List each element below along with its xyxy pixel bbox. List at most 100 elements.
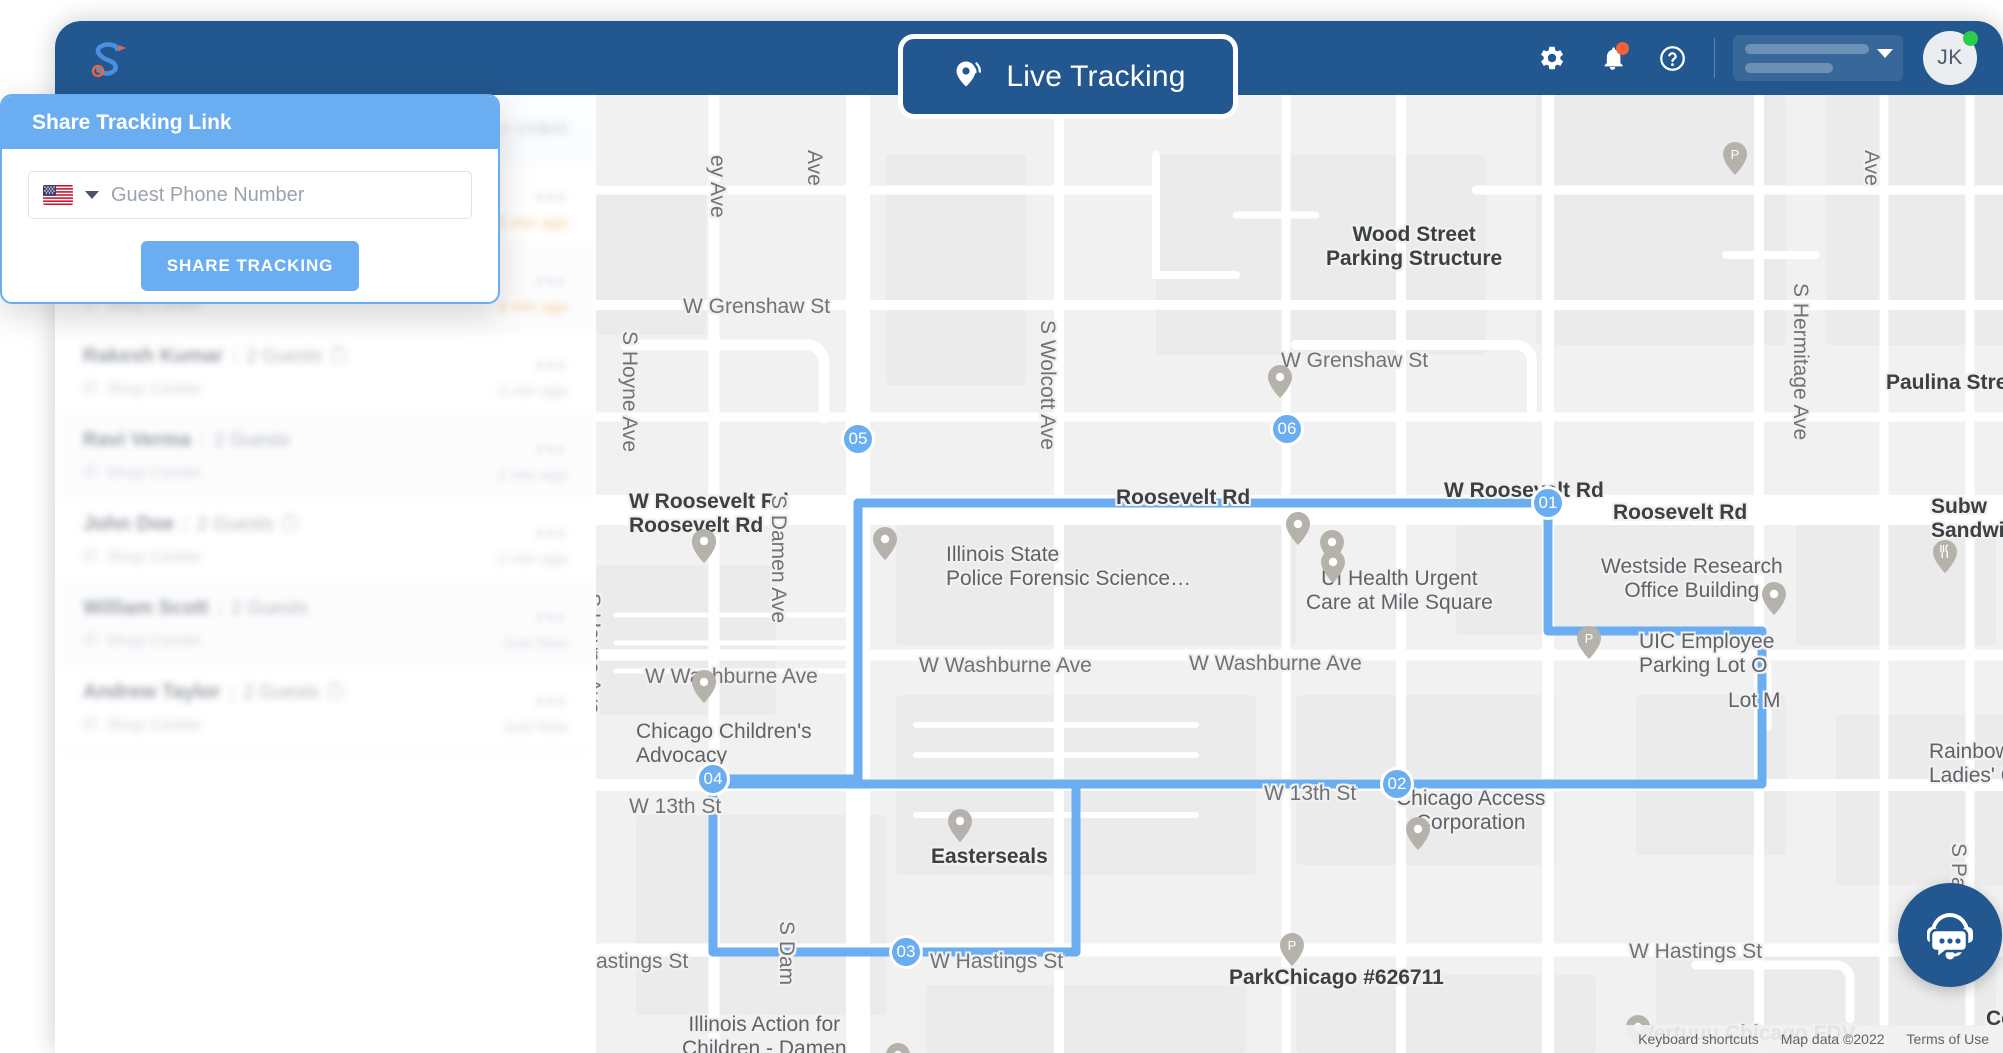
guest-phone-input[interactable] — [111, 183, 457, 207]
route-waypoint[interactable]: 02 — [1380, 767, 1414, 801]
svg-text:P: P — [1731, 147, 1740, 162]
booking-guest-name: John Doe — [83, 513, 175, 535]
parking-poi-icon[interactable]: P — [1280, 933, 1304, 966]
booking-overflow-menu[interactable]: ••• — [536, 521, 568, 547]
poi-marker-icon[interactable] — [1268, 365, 1292, 398]
org-select-skeleton-line-1 — [1745, 44, 1869, 54]
booking-location: Shop Center — [106, 631, 202, 650]
booking-separator: | — [199, 429, 205, 451]
booking-overflow-menu[interactable]: ••• — [536, 185, 568, 211]
booking-location-row: Shop Center — [83, 547, 568, 567]
list-item[interactable]: John Doe | 2 Guests ••• Shop Center 2 min ago — [55, 499, 596, 583]
live-tracking-map[interactable]: Wood Street Parking Structure W Grenshaw … — [596, 95, 2003, 1053]
us-flag-icon[interactable] — [43, 185, 73, 205]
terms-of-use-link[interactable]: Terms of Use — [1907, 1031, 1989, 1047]
luggage-icon — [282, 514, 297, 536]
booking-separator: | — [232, 345, 237, 367]
poi-marker-icon[interactable] — [1762, 582, 1786, 615]
share-tracking-button[interactable]: SHARE TRACKING — [141, 241, 359, 291]
map-data-copyright: Map data ©2022 — [1780, 1031, 1885, 1047]
modal-title: Share Tracking Link — [32, 110, 232, 134]
poi-marker-icon[interactable] — [948, 809, 972, 842]
online-status-dot — [1963, 31, 1978, 46]
booking-location: Shop Center — [106, 547, 202, 566]
booking-timestamp: 4 min ago — [497, 299, 568, 316]
poi-marker-icon[interactable] — [886, 1043, 910, 1053]
live-tracking-pill[interactable]: Live Tracking — [898, 34, 1238, 119]
restaurant-poi-icon[interactable] — [1933, 540, 1957, 573]
header-divider — [1714, 38, 1715, 78]
booking-separator: | — [183, 513, 189, 535]
poi-marker-icon[interactable] — [692, 670, 716, 703]
live-tracking-pin-icon — [950, 54, 990, 99]
booking-timestamp: Just Now — [502, 635, 568, 652]
notification-badge — [1616, 42, 1629, 55]
booking-location: Shop Center — [106, 715, 202, 734]
chevron-down-icon — [1877, 49, 1893, 58]
keyboard-shortcuts-link[interactable]: Keyboard shortcuts — [1638, 1031, 1759, 1047]
booking-guest-count: 2 Guests — [231, 597, 308, 619]
route-waypoint[interactable]: 03 — [889, 935, 923, 969]
booking-timestamp: Just Now — [502, 719, 568, 736]
booking-timestamp: 2 min ago — [497, 551, 568, 568]
booking-separator: | — [229, 681, 235, 703]
live-tracking-label: Live Tracking — [1006, 59, 1186, 93]
header-actions[interactable]: JK — [1522, 21, 1978, 95]
booking-timestamp: 3 min ago — [497, 383, 568, 400]
svg-text:P: P — [1585, 631, 1594, 646]
map-geometry — [596, 95, 2003, 1053]
location-pin-icon — [83, 547, 97, 567]
brand-logo[interactable] — [83, 35, 131, 83]
booking-guest-count: 2 Guests — [243, 681, 320, 703]
booking-overflow-menu[interactable]: ••• — [536, 689, 568, 715]
svg-text:P: P — [1288, 938, 1297, 953]
parking-poi-icon[interactable]: P — [1723, 142, 1747, 175]
booking-location: Shop Center — [106, 379, 202, 398]
org-select-skeleton-line-2 — [1745, 63, 1833, 73]
booking-timestamp: 5 min ago — [497, 215, 568, 232]
booking-location-row: Shop Center — [83, 379, 568, 399]
booking-guest-name: Rakesh Kumar — [83, 345, 224, 367]
poi-marker-icon[interactable] — [873, 527, 897, 560]
list-item[interactable]: Rakesh Kumar | 2 Guests ••• Shop Center 3 min… — [55, 331, 596, 415]
booking-separator: | — [217, 597, 223, 619]
poi-marker-icon[interactable] — [1406, 817, 1430, 850]
booking-header: Andrew Taylor | 2 Guests — [83, 681, 568, 704]
location-pin-icon — [83, 463, 97, 483]
booking-overflow-menu[interactable]: ••• — [536, 269, 568, 295]
route-waypoint[interactable]: 06 — [1270, 412, 1304, 446]
help-icon[interactable] — [1649, 35, 1695, 81]
booking-location: Shop Center — [106, 463, 202, 482]
booking-overflow-menu[interactable]: ••• — [536, 353, 568, 379]
bell-icon[interactable] — [1589, 35, 1635, 81]
list-item[interactable]: William Scott | 2 Guests ••• Shop Center Just… — [55, 583, 596, 667]
booking-header: William Scott | 2 Guests — [83, 597, 568, 620]
booking-header: John Doe | 2 Guests — [83, 513, 568, 536]
organization-select[interactable] — [1733, 35, 1903, 81]
booking-overflow-menu[interactable]: ••• — [536, 437, 568, 463]
gear-icon[interactable] — [1529, 35, 1575, 81]
user-menu[interactable]: JK — [1923, 31, 1978, 85]
phone-input-group[interactable] — [28, 171, 472, 219]
route-waypoint[interactable]: 05 — [841, 422, 875, 456]
location-pin-icon — [83, 379, 97, 399]
booking-guest-count: 2 Guests — [197, 513, 274, 535]
map-attribution[interactable]: Keyboard shortcuts Map data ©2022 Terms … — [1624, 1025, 2003, 1053]
list-item[interactable]: Ravi Verma | 2 Guests ••• Shop Center 2 min a… — [55, 415, 596, 499]
location-pin-icon — [83, 715, 97, 735]
poi-marker-icon[interactable] — [692, 529, 716, 562]
poi-marker-icon[interactable] — [1321, 550, 1345, 583]
support-chat-button[interactable] — [1898, 883, 2002, 987]
booking-header: Ravi Verma | 2 Guests — [83, 429, 568, 452]
list-item[interactable]: Andrew Taylor | 2 Guests ••• Shop Center Just… — [55, 667, 596, 751]
booking-overflow-menu[interactable]: ••• — [536, 605, 568, 631]
headset-chat-icon — [1919, 902, 1981, 969]
location-pin-icon — [83, 631, 97, 651]
poi-marker-icon[interactable] — [1286, 512, 1310, 545]
route-waypoint[interactable]: 04 — [696, 762, 730, 796]
parking-poi-icon[interactable]: P — [1577, 626, 1601, 659]
route-waypoint[interactable]: 01 — [1531, 486, 1565, 520]
share-tracking-modal[interactable]: Share Tracking Link Guest Phone Number S… — [0, 94, 500, 304]
booking-location-row: Shop Center — [83, 463, 568, 483]
country-chevron-down-icon[interactable] — [85, 191, 99, 199]
